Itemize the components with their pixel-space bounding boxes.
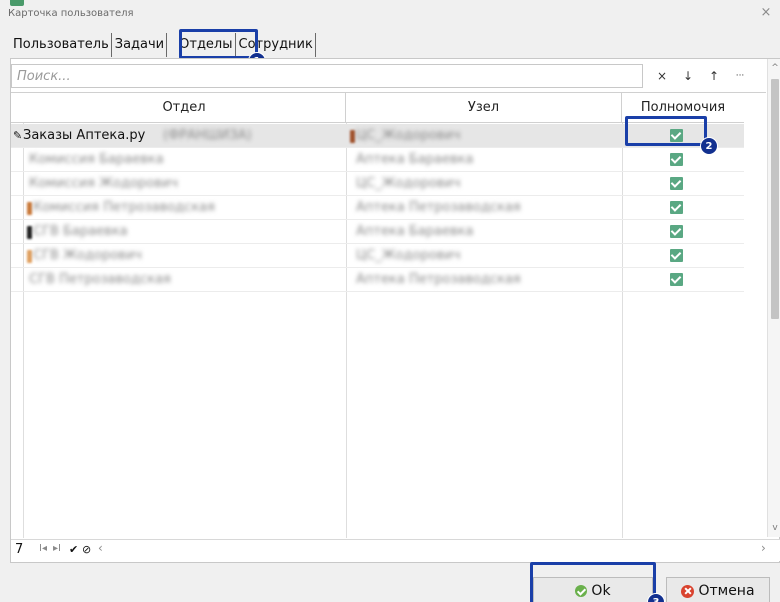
column-header-permissions[interactable]: Полномочия [622, 93, 744, 123]
column-header-department[interactable]: Отдел [23, 93, 346, 123]
record-count: 7 [15, 542, 24, 557]
table-row[interactable]: СГВ Жодорович ЦС_Жодорович [11, 244, 744, 268]
scroll-left-icon[interactable]: ‹ [98, 541, 103, 555]
ok-button-label: Ok [591, 583, 611, 599]
tab-user[interactable]: Пользователь [10, 33, 112, 57]
ok-button[interactable]: Ok [533, 577, 653, 602]
cell-node: Аптека Бараевка [356, 224, 474, 239]
window-title: Карточка пользователя [8, 8, 134, 19]
row-color-marker [27, 202, 32, 215]
table-row[interactable]: Комиссия Петрозаводская Аптека Петрозаво… [11, 196, 744, 220]
permission-checkbox[interactable] [670, 153, 683, 166]
cell-department: Комиссия Жодорович [29, 176, 179, 191]
permission-checkbox[interactable] [670, 273, 683, 286]
cell-department: Заказы Аптека.ру [23, 128, 146, 143]
tab-employee[interactable]: Сотрудник [236, 33, 316, 57]
row-color-marker [350, 130, 355, 143]
arrow-down-icon[interactable]: ↓ [678, 66, 698, 86]
clear-icon[interactable]: × [652, 66, 672, 86]
permission-checkbox[interactable] [670, 249, 683, 262]
table-row[interactable]: СГВ Петрозаводская Аптека Петрозаводская [11, 268, 744, 292]
scroll-right-icon[interactable]: › [761, 541, 766, 555]
table-row[interactable]: СГВ Бараевка Аптека Бараевка [11, 220, 744, 244]
cell-node: Аптека Бараевка [356, 152, 474, 167]
tab-bar: Пользователь Задачи Отделы Сотрудник [10, 33, 316, 57]
last-record-icon[interactable]: ▸I [53, 543, 61, 554]
cell-department: СГВ Петрозаводская [29, 272, 171, 287]
search-bar: × ↓ ↑ ··· [11, 64, 766, 88]
app-icon [10, 0, 24, 6]
row-color-marker [27, 250, 32, 263]
permission-checkbox[interactable] [670, 129, 683, 142]
annotation-badge-2: 2 [700, 137, 718, 155]
cancel-edit-icon[interactable]: ⊘ [82, 543, 91, 556]
table-row[interactable]: Комиссия Бараевка Аптека Бараевка [11, 148, 744, 172]
permission-checkbox[interactable] [670, 177, 683, 190]
scroll-up-icon[interactable]: ^ [768, 61, 780, 75]
tab-tasks[interactable]: Задачи [112, 33, 168, 57]
edit-pencil-icon: ✎ [13, 129, 23, 142]
departments-grid: Отдел Узел Полномочия ✎ Заказы Аптека.ру… [11, 92, 766, 538]
cell-node: ЦС_Жодорович [356, 176, 461, 191]
table-row[interactable]: Комиссия Жодорович ЦС_Жодорович [11, 172, 744, 196]
cell-department: СГВ Жодорович [33, 248, 142, 263]
record-navigator: 7 I◂ ▸I ✔ ⊘ ‹ › [11, 539, 780, 561]
permission-checkbox[interactable] [670, 225, 683, 238]
search-input[interactable] [11, 64, 643, 88]
close-button[interactable]: × [758, 5, 774, 21]
cell-department: СГВ Бараевка [33, 224, 128, 239]
permission-checkbox[interactable] [670, 201, 683, 214]
cell-department: Комиссия Петрозаводская [33, 200, 215, 215]
scroll-down-icon[interactable]: v [768, 521, 780, 535]
ok-check-icon [575, 585, 588, 597]
cell-node: Аптека Петрозаводская [356, 272, 521, 287]
row-color-marker [27, 226, 32, 239]
scrollbar-thumb[interactable] [771, 79, 779, 319]
cell-node: ЦС_Жодорович [356, 128, 461, 143]
cancel-button-label: Отмена [698, 583, 755, 599]
column-header-node[interactable]: Узел [346, 93, 622, 123]
post-edit-icon[interactable]: ✔ [69, 543, 78, 556]
grid-header: Отдел Узел Полномочия [11, 93, 744, 123]
departments-panel: × ↓ ↑ ··· Отдел Узел Полномочия ✎ Заказы… [10, 58, 780, 563]
table-row[interactable]: ✎ Заказы Аптека.ру (ФРАНШИЗА) ЦС_Жодоров… [11, 124, 744, 148]
arrow-up-icon[interactable]: ↑ [704, 66, 724, 86]
cell-node: ЦС_Жодорович [356, 248, 461, 263]
cancel-button[interactable]: Отмена [666, 577, 770, 602]
cell-department: Комиссия Бараевка [29, 152, 164, 167]
cell-department-extra: (ФРАНШИЗА) [163, 128, 252, 143]
more-icon[interactable]: ··· [730, 66, 750, 86]
vertical-scrollbar[interactable]: ^ v [767, 59, 780, 537]
cell-node: Аптека Петрозаводская [356, 200, 521, 215]
first-record-icon[interactable]: I◂ [39, 543, 47, 554]
cancel-x-icon [681, 584, 695, 598]
tab-departments[interactable]: Отделы [167, 33, 236, 57]
